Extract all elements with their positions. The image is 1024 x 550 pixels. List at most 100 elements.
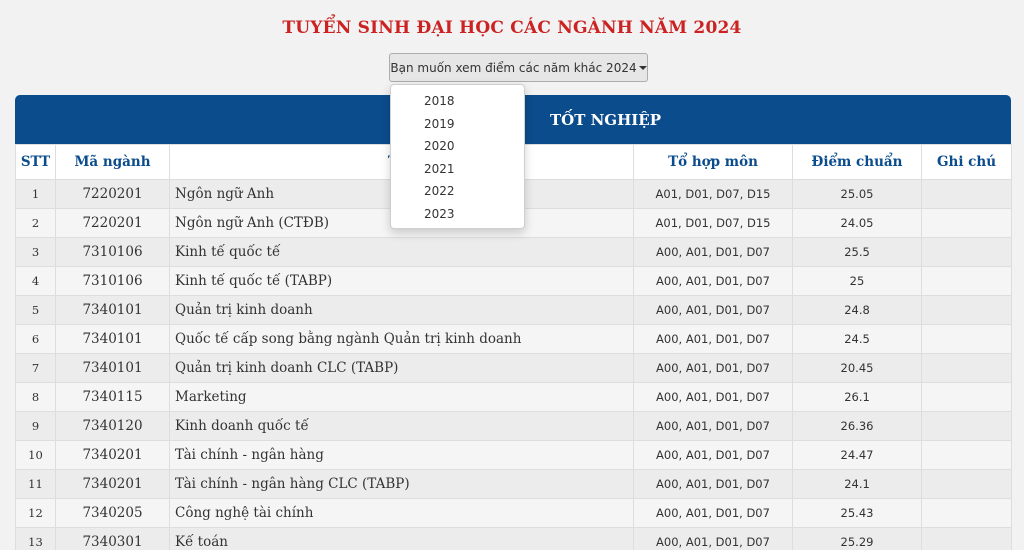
- row-subject-combo: A00, A01, D01, D07: [633, 440, 793, 470]
- row-note: [921, 208, 1012, 238]
- row-note: [921, 440, 1012, 470]
- year-option-2019[interactable]: 2019: [391, 113, 524, 136]
- table-row: 3 7310106 Kinh tế quốc tế A00, A01, D01, D0…: [15, 237, 1012, 267]
- table-row: 4 7310106 Kinh tế quốc tế (TABP) A00, A01, …: [15, 266, 1012, 296]
- row-major-code: 7340201: [55, 469, 170, 499]
- table-body: 1 7220201 Ngôn ngữ Anh A01, D01, D07, D15 25…: [15, 179, 1012, 550]
- row-major-code: 7340101: [55, 324, 170, 354]
- row-major-name: Kinh doanh quốc tế: [169, 411, 634, 441]
- row-stt: 12: [15, 498, 56, 528]
- row-stt: 6: [15, 324, 56, 354]
- row-stt: 9: [15, 411, 56, 441]
- row-major-code: 7340301: [55, 527, 170, 550]
- table-row: 6 7340101 Quốc tế cấp song bằng ngành Quản…: [15, 324, 1012, 354]
- row-major-code: 7340115: [55, 382, 170, 412]
- row-stt: 11: [15, 469, 56, 499]
- row-subject-combo: A00, A01, D01, D07: [633, 353, 793, 383]
- row-cutoff-score: 26.36: [792, 411, 922, 441]
- row-subject-combo: A00, A01, D01, D07: [633, 469, 793, 499]
- row-cutoff-score: 25.5: [792, 237, 922, 267]
- row-subject-combo: A00, A01, D01, D07: [633, 295, 793, 325]
- row-subject-combo: A00, A01, D01, D07: [633, 498, 793, 528]
- row-major-name: Marketing: [169, 382, 634, 412]
- page-title: TUYỂN SINH ĐẠI HỌC CÁC NGÀNH NĂM 2024: [282, 18, 742, 38]
- row-note: [921, 498, 1012, 528]
- row-major-name: Quản trị kinh doanh CLC (TABP): [169, 353, 634, 383]
- row-major-name: Quản trị kinh doanh: [169, 295, 634, 325]
- row-cutoff-score: 25.29: [792, 527, 922, 550]
- row-cutoff-score: 25: [792, 266, 922, 296]
- header-note: Ghi chú: [921, 144, 1012, 180]
- row-major-name: Kế toán: [169, 527, 634, 550]
- row-major-code: 7340101: [55, 295, 170, 325]
- row-stt: 5: [15, 295, 56, 325]
- row-major-code: 7310106: [55, 266, 170, 296]
- row-note: [921, 469, 1012, 499]
- row-cutoff-score: 24.8: [792, 295, 922, 325]
- row-cutoff-score: 25.05: [792, 179, 922, 209]
- row-stt: 1: [15, 179, 56, 209]
- row-subject-combo: A00, A01, D01, D07: [633, 411, 793, 441]
- row-major-code: 7220201: [55, 179, 170, 209]
- year-option-2021[interactable]: 2021: [391, 158, 524, 181]
- row-major-code: 7340120: [55, 411, 170, 441]
- year-option-2023[interactable]: 2023: [391, 203, 524, 226]
- row-stt: 13: [15, 527, 56, 550]
- row-cutoff-score: 24.47: [792, 440, 922, 470]
- row-subject-combo: A00, A01, D01, D07: [633, 527, 793, 550]
- row-subject-combo: A00, A01, D01, D07: [633, 324, 793, 354]
- row-cutoff-score: 24.5: [792, 324, 922, 354]
- row-stt: 3: [15, 237, 56, 267]
- table-row: 13 7340301 Kế toán A00, A01, D01, D07 25.29: [15, 527, 1012, 550]
- row-major-name: Tài chính - ngân hàng: [169, 440, 634, 470]
- table-row: 7 7340101 Quản trị kinh doanh CLC (TABP) A0…: [15, 353, 1012, 383]
- row-stt: 2: [15, 208, 56, 238]
- row-major-name: Quốc tế cấp song bằng ngành Quản trị kin…: [169, 324, 634, 354]
- table-banner-text: TỐT NGHIỆP: [549, 110, 662, 129]
- row-major-code: 7340101: [55, 353, 170, 383]
- row-note: [921, 527, 1012, 550]
- year-option-2020[interactable]: 2020: [391, 135, 524, 158]
- row-cutoff-score: 25.43: [792, 498, 922, 528]
- row-subject-combo: A01, D01, D07, D15: [633, 179, 793, 209]
- table-row: 9 7340120 Kinh doanh quốc tế A00, A01, D01,…: [15, 411, 1012, 441]
- row-major-name: Tài chính - ngân hàng CLC (TABP): [169, 469, 634, 499]
- row-note: [921, 411, 1012, 441]
- row-major-code: 7340201: [55, 440, 170, 470]
- header-stt: STT: [15, 144, 56, 180]
- row-stt: 7: [15, 353, 56, 383]
- row-note: [921, 295, 1012, 325]
- row-note: [921, 382, 1012, 412]
- row-subject-combo: A00, A01, D01, D07: [633, 382, 793, 412]
- table-row: 11 7340201 Tài chính - ngân hàng CLC (TABP…: [15, 469, 1012, 499]
- year-select-button[interactable]: Bạn muốn xem điểm các năm khác 2024: [389, 53, 648, 82]
- row-stt: 8: [15, 382, 56, 412]
- row-note: [921, 324, 1012, 354]
- row-cutoff-score: 26.1: [792, 382, 922, 412]
- table-row: 12 7340205 Công nghệ tài chính A00, A01, D0…: [15, 498, 1012, 528]
- year-dropdown-menu: 2018 2019 2020 2021 2022 2023: [390, 84, 525, 229]
- header-cutoff-score: Điểm chuẩn: [792, 144, 922, 180]
- row-cutoff-score: 20.45: [792, 353, 922, 383]
- row-stt: 4: [15, 266, 56, 296]
- row-note: [921, 179, 1012, 209]
- row-subject-combo: A00, A01, D01, D07: [633, 266, 793, 296]
- year-option-2018[interactable]: 2018: [391, 90, 524, 113]
- row-major-name: Công nghệ tài chính: [169, 498, 634, 528]
- row-major-code: 7310106: [55, 237, 170, 267]
- row-cutoff-score: 24.05: [792, 208, 922, 238]
- row-note: [921, 266, 1012, 296]
- header-major-code: Mã ngành: [55, 144, 170, 180]
- header-subject-combo: Tổ hợp môn: [633, 144, 793, 180]
- row-major-code: 7220201: [55, 208, 170, 238]
- row-note: [921, 237, 1012, 267]
- row-note: [921, 353, 1012, 383]
- table-row: 10 7340201 Tài chính - ngân hàng A00, A01, …: [15, 440, 1012, 470]
- caret-down-icon: [638, 65, 647, 70]
- row-stt: 10: [15, 440, 56, 470]
- row-subject-combo: A00, A01, D01, D07: [633, 237, 793, 267]
- row-major-code: 7340205: [55, 498, 170, 528]
- row-subject-combo: A01, D01, D07, D15: [633, 208, 793, 238]
- table-row: 5 7340101 Quản trị kinh doanh A00, A01, D01…: [15, 295, 1012, 325]
- year-option-2022[interactable]: 2022: [391, 180, 524, 203]
